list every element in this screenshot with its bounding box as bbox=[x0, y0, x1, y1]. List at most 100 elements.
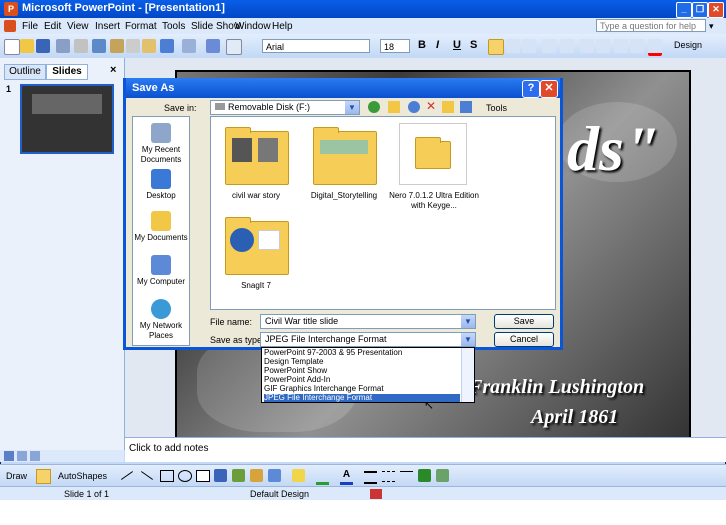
back-icon[interactable] bbox=[368, 101, 380, 113]
menu-format[interactable]: Format bbox=[125, 21, 157, 32]
type-option[interactable]: PowerPoint 97-2003 & 95 Presentation bbox=[264, 349, 460, 357]
align-right-icon[interactable] bbox=[522, 39, 536, 53]
search-web-icon[interactable] bbox=[408, 101, 420, 113]
normal-view-icon[interactable] bbox=[4, 451, 14, 461]
bullets-icon[interactable] bbox=[560, 39, 574, 53]
notes-pane[interactable]: Click to add notes bbox=[125, 437, 726, 462]
save-button[interactable]: Save bbox=[494, 314, 554, 329]
menu-tools[interactable]: Tools bbox=[162, 21, 185, 32]
delete-icon[interactable]: ✕ bbox=[426, 99, 436, 113]
place-my-network-places[interactable]: My Network Places bbox=[133, 299, 189, 341]
menu-help[interactable]: Help bbox=[272, 21, 293, 32]
save-icon[interactable] bbox=[36, 39, 50, 53]
font-size-select[interactable]: 18 bbox=[380, 39, 410, 53]
close-pane-icon[interactable]: × bbox=[110, 64, 116, 76]
place-my-recent-documents[interactable]: My Recent Documents bbox=[133, 123, 189, 165]
paste-icon[interactable] bbox=[142, 39, 156, 53]
shadow-button[interactable]: S bbox=[470, 39, 477, 51]
diagram-icon[interactable] bbox=[232, 469, 245, 482]
minimize-button[interactable]: _ bbox=[676, 2, 692, 18]
file-name-input[interactable]: Civil War title slide ▼ bbox=[260, 314, 476, 329]
insert-chart-icon[interactable] bbox=[206, 39, 220, 53]
chevron-down-icon[interactable]: ▼ bbox=[345, 101, 359, 114]
line-icon[interactable] bbox=[120, 471, 134, 480]
insert-table-icon[interactable] bbox=[226, 39, 242, 55]
arrow-icon[interactable] bbox=[140, 471, 154, 480]
cut-icon[interactable] bbox=[110, 39, 124, 53]
place-my-computer[interactable]: My Computer bbox=[133, 255, 189, 287]
cancel-button[interactable]: Cancel bbox=[494, 332, 554, 347]
menu-view[interactable]: View bbox=[67, 21, 89, 32]
underline-button[interactable]: U bbox=[453, 39, 461, 51]
slide-thumbnail[interactable] bbox=[20, 84, 114, 154]
print-preview-icon[interactable] bbox=[92, 39, 106, 53]
text-color-icon[interactable]: A bbox=[340, 469, 353, 485]
save-as-type-select[interactable]: JPEG File Interchange Format ▼ bbox=[260, 332, 476, 347]
help-dropdown-arrow-icon[interactable]: ▾ bbox=[709, 21, 714, 32]
menu-insert[interactable]: Insert bbox=[95, 21, 120, 32]
insert-picture-icon[interactable] bbox=[268, 469, 281, 482]
place-desktop[interactable]: Desktop bbox=[133, 169, 189, 201]
place-my-documents[interactable]: My Documents bbox=[133, 211, 189, 243]
increase-indent-icon[interactable] bbox=[630, 39, 644, 53]
chevron-down-icon[interactable]: ▼ bbox=[461, 333, 475, 346]
menu-file[interactable]: File bbox=[22, 21, 38, 32]
up-one-level-icon[interactable] bbox=[388, 101, 400, 113]
font-name-select[interactable]: Arial bbox=[262, 39, 370, 53]
copy-icon[interactable] bbox=[126, 39, 140, 53]
line-color-icon[interactable] bbox=[316, 469, 329, 485]
font-color-icon[interactable] bbox=[648, 39, 662, 56]
decrease-font-icon[interactable] bbox=[596, 39, 610, 53]
slide-show-view-icon[interactable] bbox=[30, 451, 40, 461]
rectangle-icon[interactable] bbox=[160, 470, 174, 482]
dialog-close-button[interactable]: ✕ bbox=[540, 80, 558, 98]
permission-icon[interactable] bbox=[56, 39, 70, 53]
oval-icon[interactable] bbox=[178, 470, 192, 482]
close-window-button[interactable]: ✕ bbox=[708, 2, 724, 18]
align-left-icon[interactable] bbox=[488, 39, 504, 55]
align-center-icon[interactable] bbox=[506, 39, 520, 53]
type-option[interactable]: PowerPoint Show bbox=[264, 367, 460, 375]
menu-edit[interactable]: Edit bbox=[44, 21, 61, 32]
chevron-down-icon[interactable]: ▼ bbox=[461, 315, 475, 328]
line-style-icon[interactable] bbox=[364, 471, 377, 484]
tab-outline[interactable]: Outline bbox=[4, 64, 46, 80]
clip-art-icon[interactable] bbox=[250, 469, 263, 482]
design-button[interactable]: Design bbox=[674, 40, 702, 50]
3d-style-icon[interactable] bbox=[436, 469, 449, 482]
dash-style-icon[interactable] bbox=[382, 471, 395, 482]
document-icon[interactable] bbox=[4, 20, 16, 32]
slide-sorter-view-icon[interactable] bbox=[17, 451, 27, 461]
autoshapes-menu-button[interactable]: AutoShapes bbox=[58, 471, 107, 481]
dropdown-scrollbar[interactable] bbox=[461, 348, 474, 402]
help-search-input[interactable]: Type a question for help bbox=[596, 19, 706, 32]
views-icon[interactable] bbox=[460, 101, 472, 113]
bold-button[interactable]: B bbox=[418, 39, 426, 51]
open-icon[interactable] bbox=[20, 39, 34, 53]
type-option[interactable]: Design Template bbox=[264, 358, 460, 366]
wordart-icon[interactable] bbox=[214, 469, 227, 482]
text-box-icon[interactable] bbox=[196, 470, 210, 482]
menu-slide-show[interactable]: Slide Show bbox=[191, 21, 241, 32]
undo-icon[interactable] bbox=[160, 39, 174, 53]
fill-color-icon[interactable] bbox=[292, 469, 305, 482]
shadow-style-icon[interactable] bbox=[418, 469, 431, 482]
numbering-icon[interactable] bbox=[542, 39, 556, 53]
tab-slides[interactable]: Slides bbox=[46, 64, 88, 80]
draw-menu-button[interactable]: Draw bbox=[6, 471, 27, 481]
restore-button[interactable]: ❐ bbox=[692, 2, 708, 18]
type-option[interactable]: GIF Graphics Interchange Format bbox=[264, 385, 460, 393]
tools-menu-button[interactable]: Tools bbox=[486, 103, 507, 113]
select-objects-icon[interactable] bbox=[36, 469, 51, 484]
menu-window[interactable]: Window bbox=[235, 21, 271, 32]
increase-font-icon[interactable] bbox=[580, 39, 594, 53]
type-option[interactable]: PowerPoint Add-In bbox=[264, 376, 460, 384]
save-in-select[interactable]: Removable Disk (F:) ▼ bbox=[210, 100, 360, 115]
arrow-style-icon[interactable] bbox=[400, 471, 413, 481]
new-icon[interactable] bbox=[4, 39, 20, 55]
decrease-indent-icon[interactable] bbox=[614, 39, 628, 53]
print-icon[interactable] bbox=[74, 39, 88, 53]
redo-icon[interactable] bbox=[182, 39, 196, 53]
dialog-help-button[interactable]: ? bbox=[522, 80, 540, 98]
create-new-folder-icon[interactable] bbox=[442, 101, 454, 113]
